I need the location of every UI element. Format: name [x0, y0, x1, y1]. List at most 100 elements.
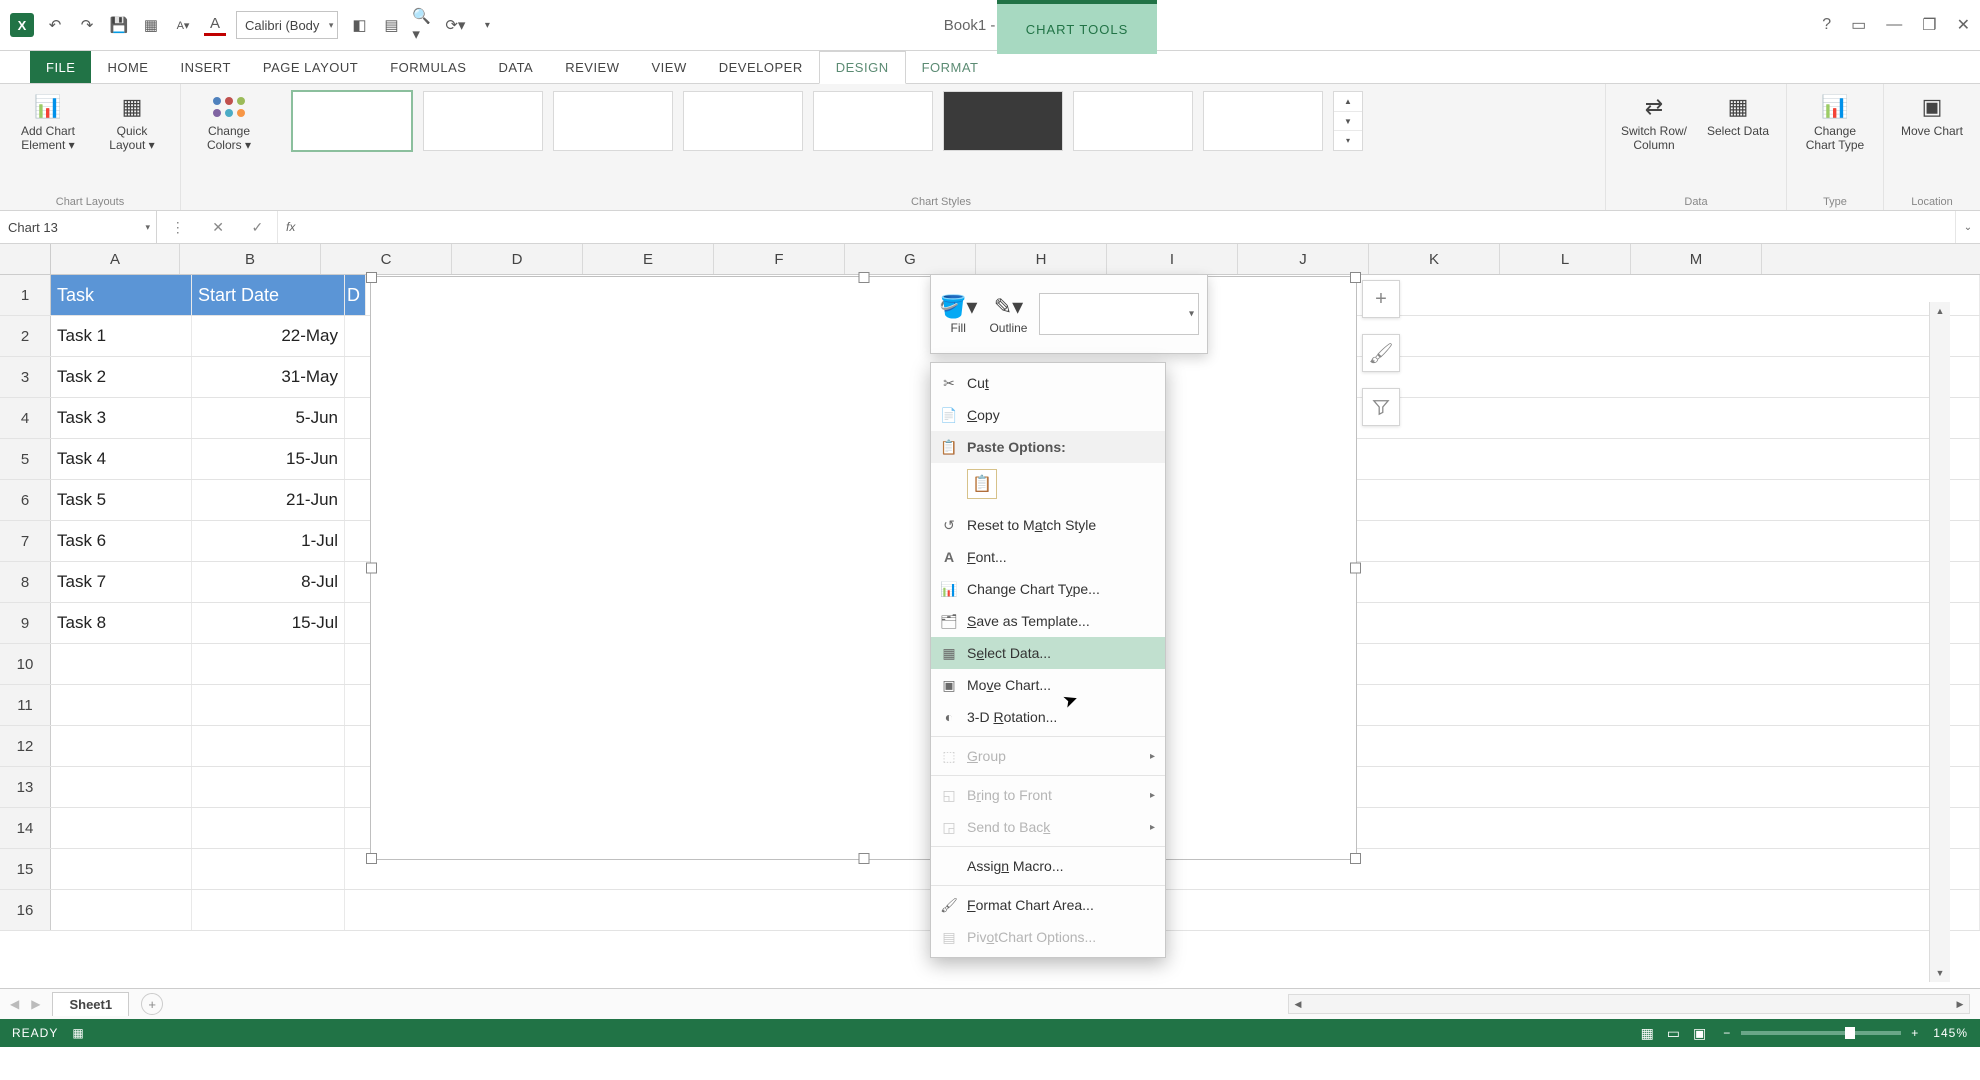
row-header[interactable]: 6 — [0, 480, 51, 520]
resize-handle[interactable] — [1350, 563, 1361, 574]
chart-elements-button[interactable]: + — [1362, 280, 1400, 318]
quick-layout-button[interactable]: ▦ Quick Layout ▾ — [98, 90, 166, 153]
cell[interactable] — [51, 685, 192, 725]
row-header[interactable]: 7 — [0, 521, 51, 561]
print-preview-icon[interactable]: ▦ — [140, 14, 162, 36]
cell[interactable] — [51, 767, 192, 807]
col-header-g[interactable]: G — [845, 244, 976, 274]
ctx-copy[interactable]: 📄Copy — [931, 399, 1165, 431]
switch-row-column-button[interactable]: ⇄ Switch Row/ Column — [1620, 90, 1688, 153]
cell[interactable]: 21-Jun — [192, 480, 345, 520]
cell[interactable] — [192, 685, 345, 725]
tab-design[interactable]: DESIGN — [819, 51, 906, 84]
chart-style-7[interactable] — [1073, 91, 1193, 151]
close-icon[interactable]: ✕ — [1957, 15, 1970, 35]
row-header[interactable]: 4 — [0, 398, 51, 438]
col-header-i[interactable]: I — [1107, 244, 1238, 274]
col-header-e[interactable]: E — [583, 244, 714, 274]
col-header-j[interactable]: J — [1238, 244, 1369, 274]
tab-format[interactable]: FORMAT — [906, 51, 995, 83]
cell[interactable]: 15-Jul — [192, 603, 345, 643]
tab-data[interactable]: DATA — [482, 51, 549, 83]
qat-icon-2[interactable]: ▤ — [380, 14, 402, 36]
sheet-nav-prev-icon[interactable]: ◀ — [10, 997, 19, 1011]
mini-fill-button[interactable]: 🪣▾ Fill — [939, 293, 977, 335]
qat-refresh-icon[interactable]: ⟳▾ — [444, 14, 466, 36]
select-all-corner[interactable] — [0, 244, 51, 274]
font-selector[interactable]: Calibri (Body — [236, 11, 338, 39]
resize-handle[interactable] — [1350, 853, 1361, 864]
row-header[interactable]: 15 — [0, 849, 51, 889]
zoom-in-button[interactable]: + — [1911, 1026, 1919, 1040]
cell[interactable]: 15-Jun — [192, 439, 345, 479]
row-header[interactable]: 2 — [0, 316, 51, 356]
col-header-a[interactable]: A — [51, 244, 180, 274]
ctx-paste-option-1[interactable]: 📋 — [931, 463, 1165, 509]
formula-enter-icon[interactable]: ✓ — [251, 219, 263, 236]
resize-handle[interactable] — [858, 272, 869, 283]
tab-view[interactable]: VIEW — [636, 51, 703, 83]
redo-icon[interactable]: ↷ — [76, 14, 98, 36]
name-box[interactable]: Chart 13 — [0, 211, 157, 243]
undo-icon[interactable]: ↶ — [44, 14, 66, 36]
ctx-save-as-template[interactable]: 🗂Save as Template... — [931, 605, 1165, 637]
col-header-h[interactable]: H — [976, 244, 1107, 274]
chart-styles-button[interactable]: 🖌 — [1362, 334, 1400, 372]
cell[interactable] — [192, 808, 345, 848]
ctx-reset-match-style[interactable]: ↺Reset to Match Style — [931, 509, 1165, 541]
cell[interactable]: 1-Jul — [192, 521, 345, 561]
cell[interactable] — [51, 849, 192, 889]
row-header[interactable]: 13 — [0, 767, 51, 807]
cell[interactable] — [192, 890, 345, 930]
sheet-nav-next-icon[interactable]: ▶ — [31, 997, 40, 1011]
view-normal-icon[interactable]: ▦ — [1641, 1025, 1655, 1042]
cell[interactable] — [51, 808, 192, 848]
col-header-d[interactable]: D — [452, 244, 583, 274]
font-size-decrease-icon[interactable]: A▾ — [172, 14, 194, 36]
col-header-b[interactable]: B — [180, 244, 321, 274]
row-header[interactable]: 14 — [0, 808, 51, 848]
col-header-c[interactable]: C — [321, 244, 452, 274]
tab-page-layout[interactable]: PAGE LAYOUT — [247, 51, 374, 83]
row-header[interactable]: 3 — [0, 357, 51, 397]
row-header[interactable]: 12 — [0, 726, 51, 766]
col-header-f[interactable]: F — [714, 244, 845, 274]
ctx-font[interactable]: AFont... — [931, 541, 1165, 573]
ctx-format-chart-area[interactable]: 🖌Format Chart Area... — [931, 889, 1165, 921]
cell[interactable] — [192, 726, 345, 766]
chart-filters-button[interactable] — [1362, 388, 1400, 426]
formula-cancel-icon[interactable]: ✕ — [212, 219, 224, 236]
row-header[interactable]: 16 — [0, 890, 51, 930]
formula-expand-icon[interactable]: ⌄ — [1955, 211, 1980, 243]
row-header[interactable]: 11 — [0, 685, 51, 725]
horizontal-scrollbar[interactable]: ◀▶ — [1288, 994, 1970, 1014]
help-icon[interactable]: ? — [1822, 16, 1831, 34]
font-color-icon[interactable]: A — [204, 15, 226, 36]
chart-style-5[interactable] — [813, 91, 933, 151]
formula-bar[interactable]: fx — [278, 211, 1955, 243]
tab-home[interactable]: HOME — [91, 51, 164, 83]
excel-logo-icon[interactable]: X — [10, 13, 34, 37]
mini-outline-button[interactable]: ✎▾ Outline — [989, 293, 1027, 335]
tab-review[interactable]: REVIEW — [549, 51, 635, 83]
row-header[interactable]: 5 — [0, 439, 51, 479]
cell[interactable]: Task 4 — [51, 439, 192, 479]
col-header-m[interactable]: M — [1631, 244, 1762, 274]
resize-handle[interactable] — [366, 563, 377, 574]
restore-icon[interactable]: ❐ — [1922, 15, 1936, 35]
resize-handle[interactable] — [858, 853, 869, 864]
qat-customize-icon[interactable]: ▾ — [476, 14, 498, 36]
cell[interactable]: Task 7 — [51, 562, 192, 602]
ctx-change-chart-type[interactable]: 📊Change Chart Type... — [931, 573, 1165, 605]
view-page-layout-icon[interactable]: ▭ — [1667, 1025, 1681, 1042]
change-chart-type-button[interactable]: 📊 Change Chart Type — [1801, 90, 1869, 153]
cell[interactable]: Start Date — [192, 275, 345, 315]
chart-style-4[interactable] — [683, 91, 803, 151]
row-header[interactable]: 1 — [0, 275, 51, 315]
qat-icon-1[interactable]: ◧ — [348, 14, 370, 36]
cell[interactable] — [192, 849, 345, 889]
ctx-select-data[interactable]: ▦Select Data... — [931, 637, 1165, 669]
formula-dropdown-icon[interactable]: ⋮ — [171, 219, 185, 236]
cell[interactable]: Task 8 — [51, 603, 192, 643]
cell[interactable] — [51, 726, 192, 766]
